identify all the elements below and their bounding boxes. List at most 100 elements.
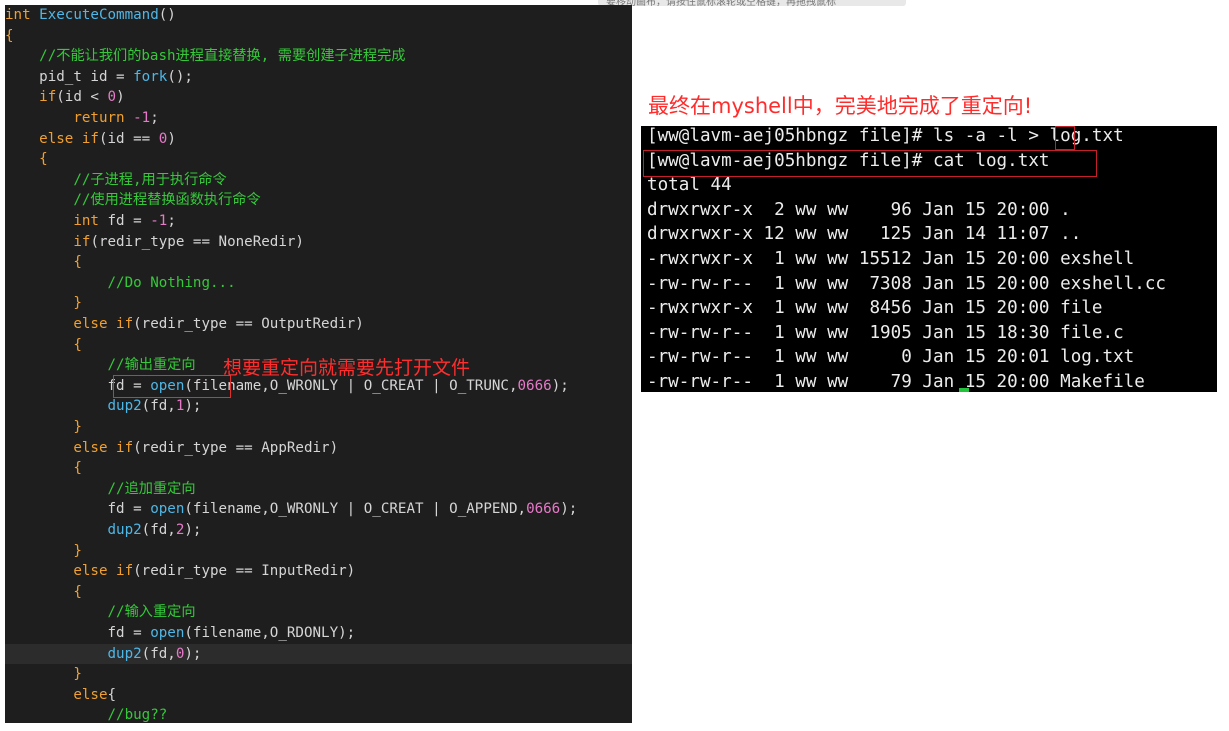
code-line[interactable]: dup2(fd,1); bbox=[5, 396, 632, 417]
code-line[interactable]: pid_t id = fork(); bbox=[5, 67, 632, 88]
terminal-output-line: -rw-rw-r-- 1 ww ww 0 Jan 15 20:01 log.tx… bbox=[647, 347, 1135, 368]
code-token: ); bbox=[184, 398, 202, 415]
code-token: ) bbox=[167, 130, 176, 147]
code-token: int bbox=[5, 7, 40, 23]
code-token: //追加重定向 bbox=[107, 480, 196, 497]
terminal-output-line: -rwxrwxr-x 1 ww ww 8456 Jan 15 20:00 fil… bbox=[647, 298, 1103, 319]
code-line[interactable]: //使用进程替换函数执行命令 bbox=[5, 190, 632, 211]
terminal-output-line: -rw-rw-r-- 1 ww ww 79 Jan 15 20:00 Makef… bbox=[647, 372, 1145, 392]
code-token: fd = bbox=[107, 213, 151, 229]
code-token: } bbox=[73, 295, 82, 312]
code-token: (fd, bbox=[141, 522, 176, 538]
code-token: else bbox=[73, 686, 108, 703]
code-token: ExecuteCommand bbox=[39, 7, 159, 23]
code-line[interactable]: else{ bbox=[5, 685, 632, 706]
terminal-output: [ww@lavm-aej05hbngz file]# ls -a -l > lo… bbox=[641, 126, 1217, 392]
code-token: else if bbox=[39, 130, 99, 147]
code-line[interactable]: else if(redir_type == OutputRedir) bbox=[5, 314, 632, 335]
terminal-output-line: drwxrwxr-x 12 ww ww 125 Jan 14 11:07 .. bbox=[647, 224, 1082, 245]
code-line[interactable]: if(id < 0) bbox=[5, 87, 632, 108]
code-token: 0666 bbox=[517, 377, 552, 394]
code-token: 0666 bbox=[526, 501, 561, 518]
code-token: { bbox=[73, 254, 82, 271]
code-token: { bbox=[73, 460, 82, 477]
code-line[interactable]: { bbox=[5, 149, 632, 170]
code-token: { bbox=[73, 583, 82, 600]
cursor-marker bbox=[959, 388, 969, 392]
code-line[interactable]: } bbox=[5, 293, 632, 314]
code-token: //子进程,用于执行命令 bbox=[73, 171, 227, 188]
code-token: else if bbox=[73, 316, 134, 332]
code-token: else if bbox=[73, 439, 134, 456]
code-line[interactable]: int ExecuteCommand() bbox=[5, 5, 632, 26]
code-line[interactable]: fd = open(filename,O_WRONLY | O_CREAT | … bbox=[5, 499, 632, 520]
code-line[interactable]: //Do Nothing... bbox=[5, 273, 632, 294]
code-token: } bbox=[73, 542, 82, 559]
terminal-output-line: -rw-rw-r-- 1 ww ww 1905 Jan 15 18:30 fil… bbox=[647, 322, 1124, 343]
code-token: (); bbox=[167, 68, 193, 85]
code-line[interactable]: { bbox=[5, 582, 632, 603]
code-token: //输入重定向 bbox=[107, 604, 196, 621]
code-line[interactable]: } bbox=[5, 417, 632, 438]
code-line[interactable]: } bbox=[5, 664, 632, 685]
code-token: (redir_type == NoneRedir) bbox=[90, 233, 304, 250]
headline-annotation: 最终在myshell中，完美地完成了重定向! bbox=[648, 94, 1033, 118]
code-token: (filename,O_RDONLY); bbox=[184, 625, 356, 641]
code-token: //bug?? bbox=[107, 707, 168, 723]
code-line[interactable]: else if(redir_type == AppRedir) bbox=[5, 438, 632, 459]
code-token: else if bbox=[73, 563, 134, 580]
code-token: ); bbox=[184, 645, 202, 662]
code-token: } bbox=[73, 419, 82, 435]
code-token: pid_t id = bbox=[39, 68, 134, 85]
code-line[interactable]: else if(redir_type == InputRedir) bbox=[5, 561, 632, 582]
code-line[interactable]: { bbox=[5, 458, 632, 479]
code-line[interactable]: //输入重定向 bbox=[5, 602, 632, 623]
code-line[interactable]: { bbox=[5, 335, 632, 356]
terminal-output-line: -rwxrwxr-x 1 ww ww 15512 Jan 15 20:00 ex… bbox=[647, 249, 1135, 269]
code-token: open bbox=[150, 501, 185, 518]
code-line[interactable]: else if(id == 0) bbox=[5, 129, 632, 150]
code-token: ) bbox=[116, 89, 125, 106]
redirect-operator-highlight bbox=[1055, 126, 1075, 150]
code-line[interactable]: //不能让我们的bash进程直接替换, 需要创建子进程完成 bbox=[5, 46, 632, 67]
code-token: int bbox=[73, 213, 108, 229]
code-line[interactable]: //bug?? bbox=[5, 705, 632, 723]
code-token: //Do Nothing... bbox=[107, 274, 236, 291]
terminal-output-line: drwxrwxr-x 2 ww ww 96 Jan 15 20:00 . bbox=[647, 199, 1071, 220]
code-token: open bbox=[150, 625, 185, 641]
redirect-annotation: 想要重定向就需要先打开文件 bbox=[223, 357, 471, 380]
code-token: fd = bbox=[107, 625, 151, 641]
highlight-box bbox=[113, 374, 231, 399]
code-line[interactable]: //子进程,用于执行命令 bbox=[5, 170, 632, 191]
code-token: if bbox=[73, 233, 91, 250]
code-line[interactable]: if(redir_type == NoneRedir) bbox=[5, 232, 632, 253]
code-line[interactable]: return -1; bbox=[5, 108, 632, 129]
code-token: -1 bbox=[133, 110, 151, 126]
code-line[interactable]: fd = open(filename,O_RDONLY); bbox=[5, 623, 632, 644]
code-token: if bbox=[39, 89, 57, 106]
code-token: (redir_type == AppRedir) bbox=[133, 439, 339, 456]
code-token: (redir_type == OutputRedir) bbox=[133, 316, 364, 332]
code-token: (fd, bbox=[141, 398, 176, 415]
code-token: (fd, bbox=[141, 645, 176, 662]
code-token: { bbox=[107, 686, 117, 703]
code-line[interactable]: dup2(fd,2); bbox=[5, 520, 632, 541]
code-token: (id < bbox=[56, 89, 108, 106]
code-token: ; bbox=[167, 213, 176, 229]
code-token: //使用进程替换函数执行命令 bbox=[73, 192, 261, 209]
code-token: return bbox=[73, 110, 134, 126]
code-token: } bbox=[73, 666, 82, 683]
code-line[interactable]: } bbox=[5, 541, 632, 562]
code-line[interactable]: dup2(fd,0); bbox=[5, 643, 632, 665]
code-line[interactable]: { bbox=[5, 252, 632, 273]
code-line[interactable]: { bbox=[5, 26, 632, 47]
terminal-output-line: -rw-rw-r-- 1 ww ww 7308 Jan 15 20:00 exs… bbox=[647, 273, 1167, 294]
code-token: () bbox=[158, 7, 176, 23]
code-line[interactable]: int fd = -1; bbox=[5, 211, 632, 232]
code-token: (redir_type == InputRedir) bbox=[133, 563, 356, 580]
code-token: -1 bbox=[150, 213, 168, 229]
code-editor[interactable]: int ExecuteCommand(){ //不能让我们的bash进程直接替换… bbox=[5, 5, 632, 723]
code-token: dup2 bbox=[107, 398, 142, 415]
code-line[interactable]: //追加重定向 bbox=[5, 479, 632, 500]
code-token: { bbox=[73, 336, 82, 353]
